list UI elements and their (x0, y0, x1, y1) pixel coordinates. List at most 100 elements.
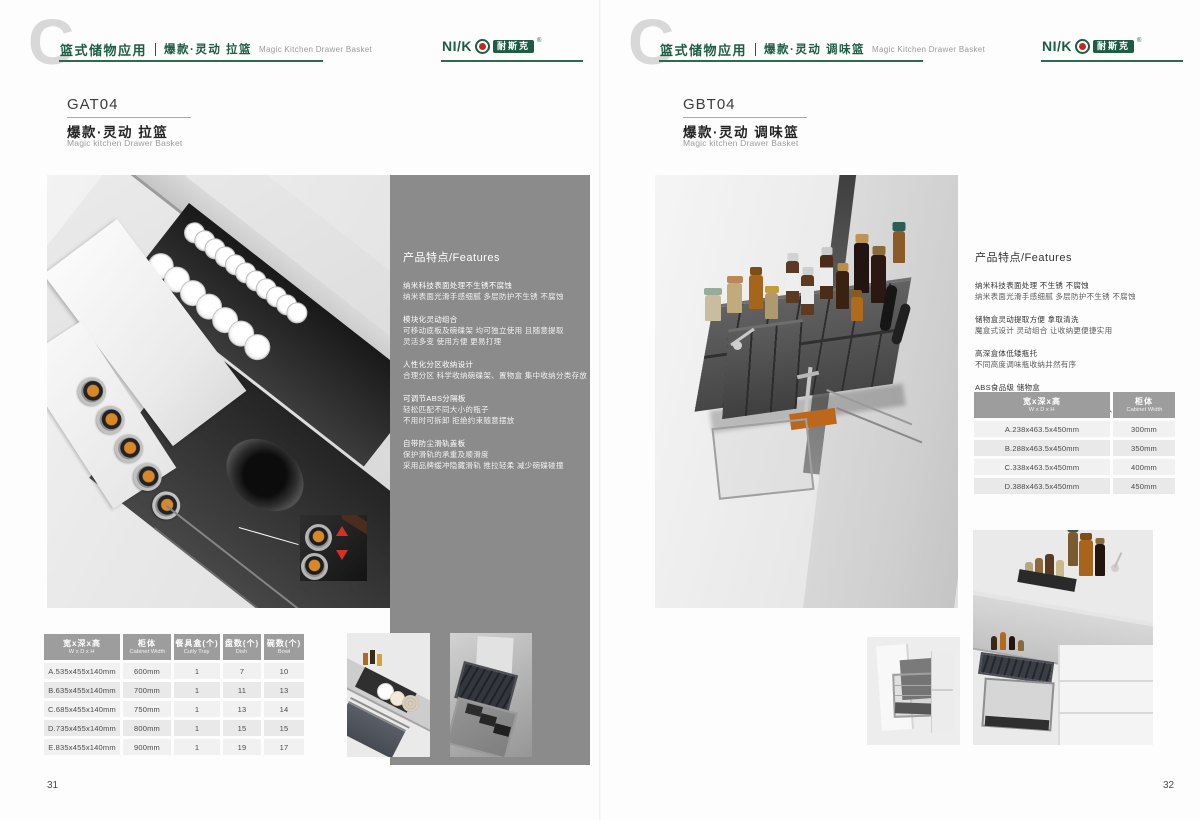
table-row: C.685x455x140mm 750mm 1 13 14 (44, 701, 304, 717)
table-cell: 300mm (1113, 421, 1175, 437)
logo-badge: 耐斯克 (493, 40, 534, 53)
spec-table-right: 宽x深x高W x D x H 柜体Cabinet Width A.238x463… (974, 392, 1175, 494)
table-cell: E.835x455x140mm (44, 739, 120, 755)
table-cell: 17 (264, 739, 304, 755)
spec-table-left: 宽x深x高W x D x H 柜体Cabinet Width 餐具盒(个)Cut… (44, 634, 304, 755)
sauce-bottle (786, 261, 799, 303)
thumbnail-photo-2 (450, 633, 532, 757)
table-header-row: 宽x深x高W x D x H 柜体Cabinet Width (974, 392, 1175, 418)
bottle-cap (750, 267, 762, 275)
header-en: Dish (236, 648, 247, 655)
bottle-cap (852, 290, 862, 297)
header-cn: 宽x深x高 (1023, 397, 1061, 406)
thumb-bottle (363, 653, 368, 665)
mini-bottle (1018, 640, 1024, 651)
header-divider (155, 43, 156, 56)
table-cell: 1 (174, 682, 220, 698)
thumb-bottle (377, 654, 382, 666)
table-cell: B.288x463.5x450mm (974, 440, 1110, 456)
center-fold (599, 0, 601, 820)
table-cell: 1 (174, 701, 220, 717)
thumb-drawer-front (931, 651, 954, 733)
thumb-bottle (370, 650, 375, 664)
vinegar-bottle (1068, 532, 1078, 566)
feature-line: 可移动底板及碗碟架 均可独立使用 且随意提取 (403, 325, 578, 336)
table-cell: C.685x455x140mm (44, 701, 120, 717)
features-left: 产品特点/Features 纳米科技表面处理不生锈不腐蚀 纳米表面光滑手感细腻 … (403, 249, 578, 483)
feature-line: 高深盒体低矮瓶托 (975, 348, 1180, 359)
lifestyle-photo-right (973, 530, 1153, 745)
table-row: A.238x463.5x450mm 300mm (974, 421, 1175, 437)
header-en: Cutly Tray (184, 648, 210, 655)
table-header-row: 宽x深x高W x D x H 柜体Cabinet Width 餐具盒(个)Cut… (44, 634, 304, 660)
spice-jar (765, 293, 778, 319)
brand-logo: NI/K 耐斯克 ® (442, 38, 541, 54)
code-underline (67, 117, 191, 118)
bottle-cap (821, 247, 832, 255)
logo-text: NI/K (442, 38, 472, 54)
bottle-cap (872, 246, 885, 255)
soy-bottle (871, 255, 886, 303)
oil-bottle (851, 297, 863, 321)
jar-cap (704, 288, 722, 295)
feature-line: 保护滑轨的承重及顺滑度 (403, 449, 578, 460)
product-code: GAT04 (67, 96, 118, 113)
table-cell: A.535x455x140mm (44, 663, 120, 679)
soy-bottle (1095, 544, 1105, 576)
brand-logo: NI/K 耐斯克 ® (1042, 38, 1141, 54)
table-cell: 13 (223, 701, 261, 717)
header-subtitle-en: Magic Kitchen Drawer Basket (872, 45, 985, 54)
spice-jar (727, 283, 742, 313)
bottle-cap (1068, 530, 1079, 532)
drawer-gap (1058, 680, 1153, 682)
bottle-cap (787, 253, 798, 261)
logo-red-dot (479, 43, 486, 50)
table-row: E.835x455x140mm 900mm 1 19 17 (44, 739, 304, 755)
feature-line: 魔盒式设计 灵动组合 让收纳更便捷实用 (975, 325, 1180, 336)
feature-line: 自带防尘滑轨盖板 (403, 438, 578, 449)
logo-badge: 耐斯克 (1093, 40, 1134, 53)
feature-section: 模块化灵动组合 可移动底板及碗碟架 均可独立使用 且随意提取 灵活多变 使用方便… (403, 314, 578, 347)
registered-mark: ® (1137, 38, 1141, 44)
inset-caption: 可左右移动调节 (297, 581, 360, 592)
feature-line: 不用时可拆卸 拒绝约束随意摆放 (403, 415, 578, 426)
feature-line: 纳米科技表面处理 不生锈 不腐蚀 (975, 280, 1180, 291)
header-en: Bowl (278, 648, 290, 655)
sauce-bottle (801, 275, 814, 315)
features-title: 产品特点/Features (975, 249, 1180, 265)
table-cell: D.388x463.5x450mm (974, 478, 1110, 494)
vinegar-bottle (893, 231, 905, 263)
page-header-right: 篮式储物应用 爆款·灵动 调味篮 Magic Kitchen Drawer Ba… (660, 40, 985, 58)
table-cell: 10 (264, 663, 304, 679)
header-subtitle: 爆款·灵动 调味篮 (764, 41, 865, 57)
red-arrow-down-icon (336, 550, 348, 560)
product-code: GBT04 (683, 96, 736, 113)
header-en: W x D x H (1029, 406, 1055, 413)
feature-section: 纳米科技表面处理 不生锈 不腐蚀 纳米表面光滑手感细腻 多层防护不生锈 不腐蚀 (975, 280, 1180, 302)
table-cell: 7 (223, 663, 261, 679)
table-cell: 1 (174, 739, 220, 755)
jar-cap (727, 276, 743, 283)
table-cell: 800mm (123, 720, 171, 736)
registered-mark: ® (537, 38, 541, 44)
page-header-left: 篮式储物应用 爆款·灵动 拉篮 Magic Kitchen Drawer Bas… (60, 40, 372, 58)
table-cell: 450mm (1113, 478, 1175, 494)
table-cell: 15 (264, 720, 304, 736)
table-header-cell: 柜体Cabinet Width (123, 634, 171, 660)
table-cell: C.338x463.5x450mm (974, 459, 1110, 475)
table-cell: 1 (174, 720, 220, 736)
thumb-drawer-gap (931, 689, 953, 691)
red-arrow-up-icon (336, 526, 348, 536)
soy-bottle (854, 243, 869, 293)
table-cell: 13 (264, 682, 304, 698)
feature-line: 纳米表面光滑手感细腻 多层防护不生锈 不腐蚀 (975, 291, 1180, 302)
header-en: Cabinet Width (129, 648, 165, 655)
table-cell: A.238x463.5x450mm (974, 421, 1110, 437)
table-header-cell: 餐具盒(个)Cutly Tray (174, 634, 220, 660)
utensil-cup (722, 319, 803, 419)
table-row: D.735x455x140mm 800mm 1 15 15 (44, 720, 304, 736)
mini-bottle (1009, 636, 1015, 650)
sauce-bottle (820, 255, 833, 299)
table-cell: 600mm (123, 663, 171, 679)
code-underline (683, 117, 807, 118)
